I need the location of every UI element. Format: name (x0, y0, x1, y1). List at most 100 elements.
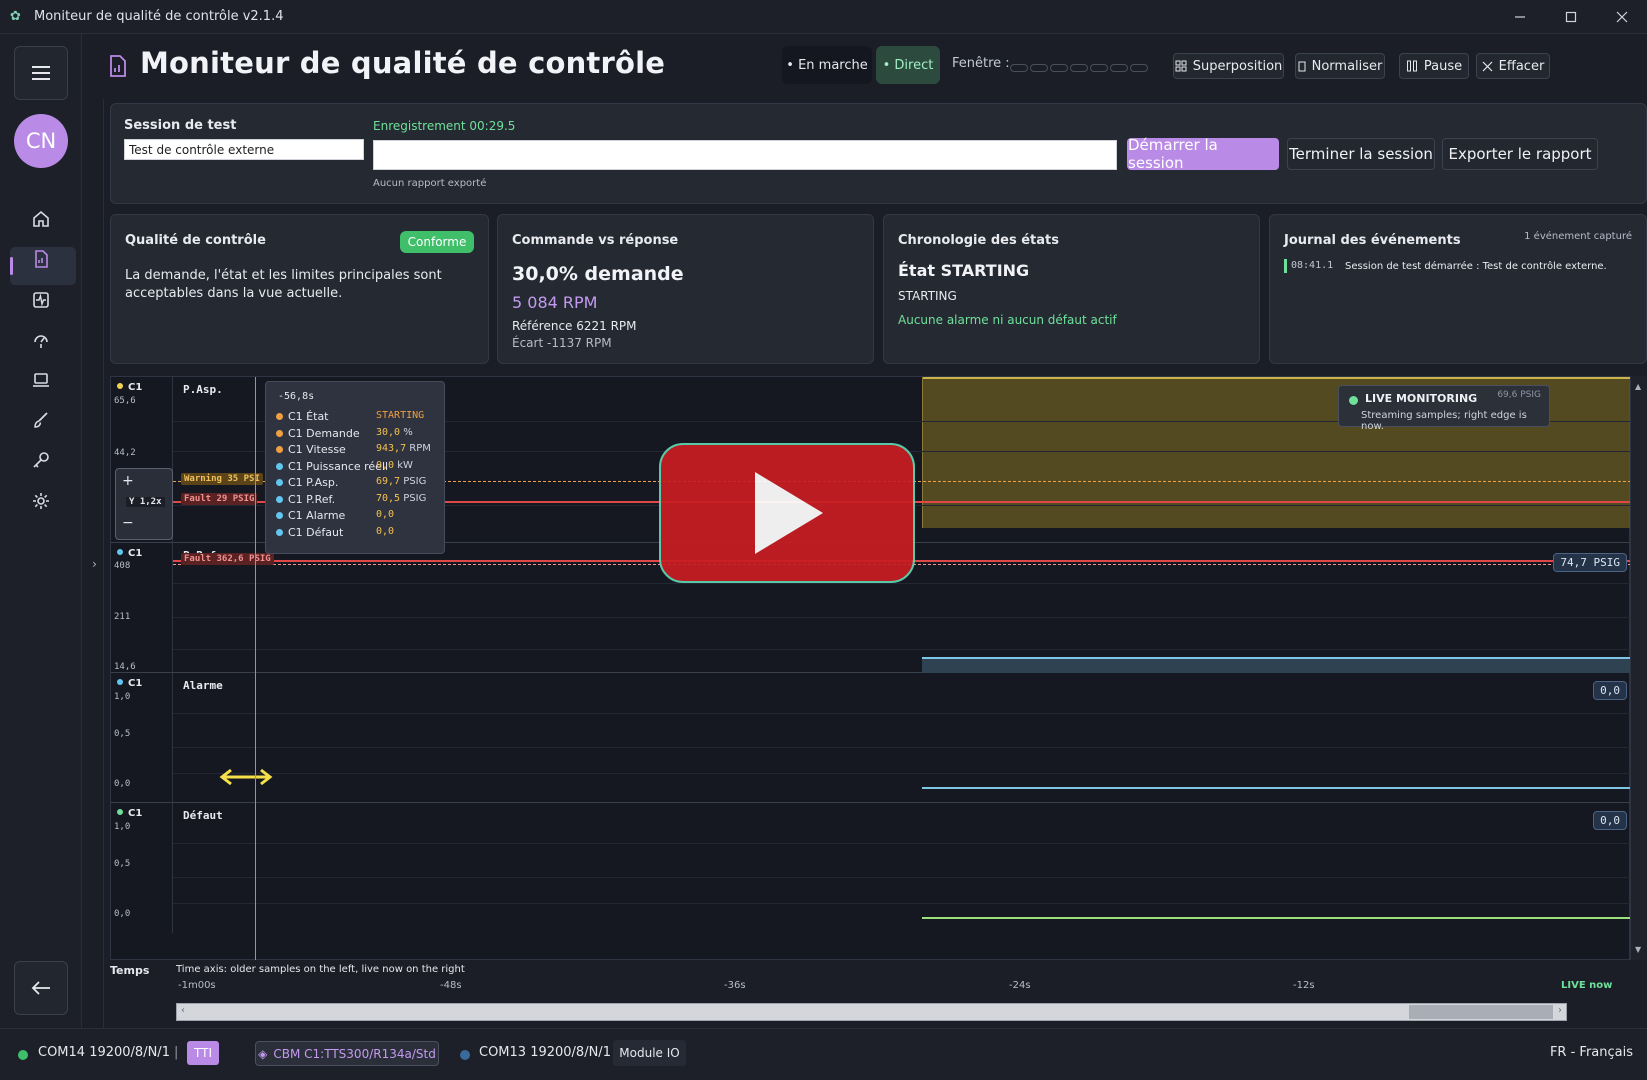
zoom-in-button[interactable]: + (122, 473, 134, 489)
export-report-button[interactable]: Exporter le rapport (1442, 138, 1598, 170)
time-scrollbar[interactable]: ‹ › (176, 1003, 1567, 1021)
event-log-card: Journal des événements 1 événement captu… (1269, 214, 1647, 364)
nav-home[interactable] (24, 202, 58, 236)
pulse-icon (33, 292, 49, 308)
time-axis-label: Temps (110, 964, 150, 977)
language-selector[interactable]: FR - Français (1550, 1045, 1633, 1060)
chevron-right-icon: › (92, 556, 97, 571)
chart-pane-fault[interactable]: C1 1,0 0,5 0,0 Défaut 0,0 (111, 803, 1631, 933)
y-tick: 0,0 (114, 909, 131, 919)
minimize-icon (1515, 16, 1525, 18)
scroll-thumb[interactable] (1409, 1005, 1553, 1019)
y-zoom-control[interactable]: + Y 1,2x − (115, 468, 173, 540)
series-dot (276, 446, 283, 453)
tooltip-label: C1 Défaut (288, 525, 344, 539)
back-button[interactable] (14, 961, 68, 1015)
gridline (173, 843, 1631, 844)
primary-port: COM14 19200/8/N/1 (38, 1045, 170, 1060)
y-tick: 14,6 (114, 662, 136, 672)
event-count: 1 événement capturé (1524, 231, 1632, 242)
expand-panel-toggle[interactable]: › (86, 99, 104, 1028)
chart-pane-alarm[interactable]: C1 1,0 0,5 0,0 Alarme 0,0 (111, 673, 1631, 803)
channel-label: C1 (117, 382, 142, 393)
discharge-pressure-area (922, 659, 1631, 673)
scroll-down-icon[interactable]: ▼ (1635, 945, 1641, 954)
y-tick: 211 (114, 612, 131, 622)
tooltip-label: C1 Demande (288, 426, 360, 440)
maximize-button[interactable] (1548, 0, 1594, 34)
zoom-out-button[interactable]: − (122, 515, 134, 531)
y-tick: 0,5 (114, 729, 131, 739)
maximize-icon (1565, 11, 1577, 23)
event-marker (1284, 259, 1287, 273)
nav-devices[interactable] (24, 363, 58, 397)
gear-icon (33, 493, 49, 509)
y-tick: 65,6 (114, 396, 136, 406)
scroll-up-icon[interactable]: ▲ (1635, 382, 1641, 391)
minimize-button[interactable] (1497, 0, 1543, 34)
menu-button[interactable] (14, 46, 68, 100)
gridline (173, 747, 1631, 748)
control-quality-card: Qualité de contrôle Conforme La demande,… (110, 214, 489, 364)
tooltip-label: C1 État (288, 410, 329, 423)
nav-tuning[interactable] (24, 323, 58, 357)
model-chip[interactable]: ◈ CBM C1:TTS300/R134a/Std (255, 1041, 439, 1066)
chart-vertical-scrollbar[interactable]: ▲ ▼ (1630, 376, 1647, 960)
normalize-button[interactable]: Normaliser (1295, 53, 1385, 79)
page-header: Moniteur de qualité de contrôle • En mar… (104, 34, 1647, 98)
clear-button[interactable]: Effacer (1476, 53, 1550, 79)
tooltip-label: C1 Alarme (288, 509, 346, 522)
session-notes-field[interactable] (373, 140, 1117, 170)
live-subtitle: Streaming samples; right edge is now. (1361, 410, 1527, 432)
y-tick: 1,0 (114, 822, 131, 832)
close-window-button[interactable] (1599, 0, 1645, 34)
tooltip-value: 0,0 (376, 509, 395, 520)
window-label: Fenêtre : (952, 56, 1010, 71)
alarm-status: Aucune alarme ni aucun défaut actif (898, 313, 1117, 327)
laptop-icon (33, 373, 49, 387)
end-session-button[interactable]: Terminer la session (1287, 138, 1435, 170)
nav-quality-monitor[interactable] (24, 242, 58, 276)
warning-limit-label: Warning 35 PSI (181, 473, 263, 485)
diamond-icon: ◈ (258, 1046, 268, 1061)
resize-horizontal-icon[interactable] (219, 767, 273, 787)
user-avatar[interactable]: CN (14, 114, 68, 168)
time-tick: -36s (724, 980, 746, 991)
time-tick: -24s (1009, 980, 1031, 991)
series-dot (276, 429, 283, 437)
card-title: Qualité de contrôle (125, 233, 266, 248)
live-title: LIVE MONITORING (1365, 392, 1478, 405)
pane-title: P.Asp. (183, 383, 223, 396)
pause-button[interactable]: Pause (1399, 53, 1469, 79)
alarm-series (922, 787, 1631, 789)
overlay-button[interactable]: Superposition (1173, 53, 1284, 79)
nav-diagnostics[interactable] (24, 283, 58, 317)
tooltip-row: C1 Demande 30,0 % (276, 427, 441, 443)
tooltip-time: -56,8s (278, 391, 315, 402)
tti-badge[interactable]: TTI (187, 1041, 219, 1065)
nav-rail: CN (0, 34, 82, 1028)
live-mode-toggle[interactable]: • Direct (876, 46, 940, 84)
brush-icon (34, 412, 48, 428)
scroll-left-icon[interactable]: ‹ (181, 1005, 185, 1016)
nav-maintenance[interactable] (24, 443, 58, 477)
tooltip-label: C1 Vitesse (288, 443, 346, 456)
start-session-button[interactable]: Démarrer la session (1127, 136, 1279, 172)
hamburger-icon (32, 66, 50, 80)
nav-settings[interactable] (24, 484, 58, 518)
video-play-button[interactable] (659, 443, 915, 583)
arrow-left-icon (31, 981, 50, 995)
scroll-right-icon[interactable]: › (1558, 1005, 1562, 1016)
live-faint-value: 69,6 PSIG (1497, 390, 1541, 400)
rpm-value: 5 084 RPM (512, 293, 598, 312)
running-status: • En marche (782, 46, 872, 84)
tooltip-value: 0,0 kW (376, 459, 413, 471)
tooltip-value: 70,5 PSIG (376, 492, 427, 504)
page-title: Moniteur de qualité de contrôle (140, 46, 666, 80)
tooltip-row: C1 Alarme 0,0 (276, 509, 441, 525)
tooltip-row: C1 P.Ref. 70,5 PSIG (276, 493, 441, 509)
window-range-selector[interactable] (1010, 57, 1150, 76)
session-name-input[interactable] (124, 139, 364, 160)
module-io-chip[interactable]: Module IO (613, 1040, 686, 1066)
nav-editor[interactable] (24, 403, 58, 437)
